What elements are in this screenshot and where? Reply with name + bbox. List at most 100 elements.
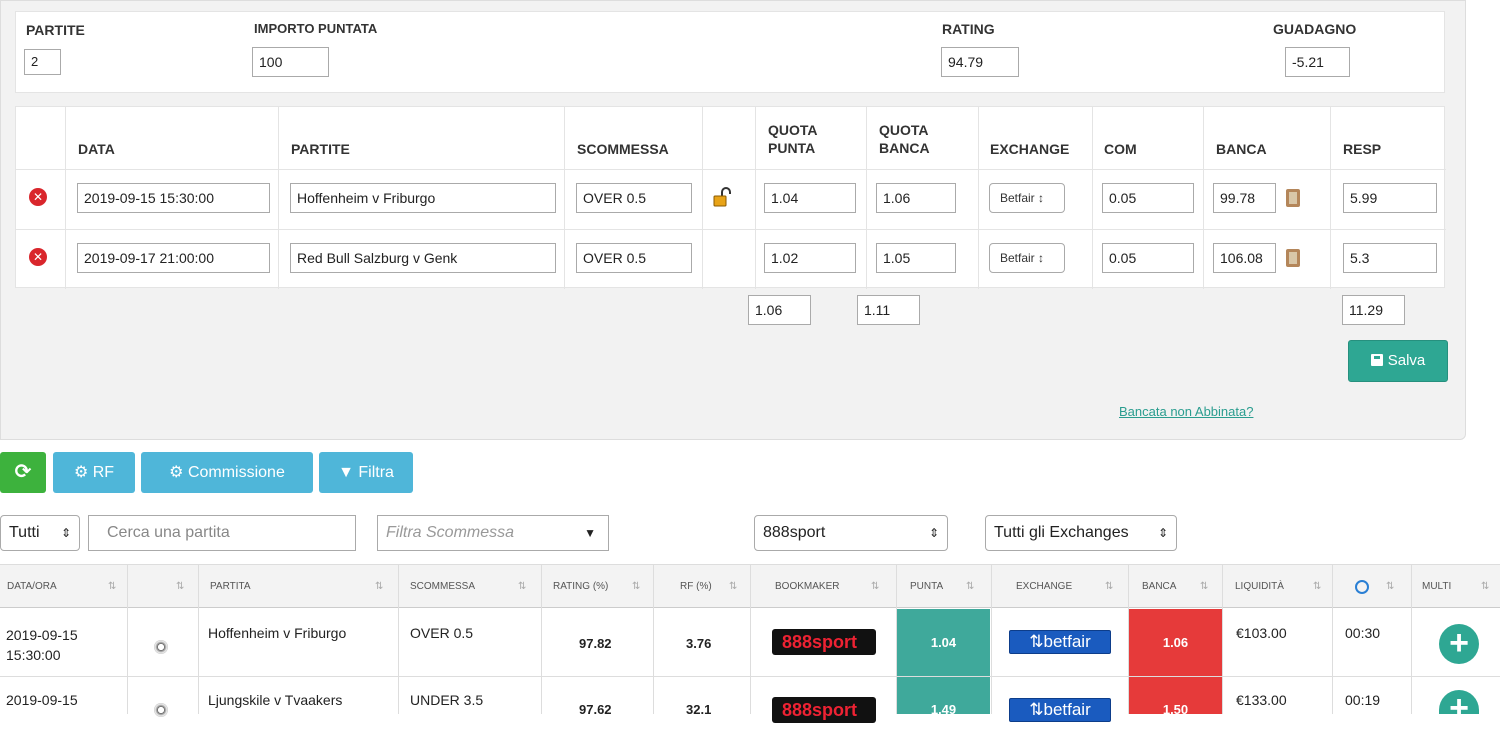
bookmaker-select[interactable]: 888sport ⇕ xyxy=(754,515,948,551)
col-bookmaker[interactable]: BOOKMAKER xyxy=(775,565,839,609)
exchanges-select[interactable]: Tutti gli Exchanges ⇕ xyxy=(985,515,1177,551)
sort-icon[interactable]: ⇅ xyxy=(108,565,116,609)
bookmaker-888sport-logo[interactable]: 888sport xyxy=(772,697,876,723)
exchange-betfair-logo[interactable]: ⇅betfair xyxy=(1009,630,1111,654)
table-row-scommessa: OVER 0.5 xyxy=(410,625,474,641)
row1-exchange-select[interactable]: Betfair ↕ xyxy=(989,183,1065,213)
table-row-partita[interactable]: Ljungskile v Tvaakers xyxy=(208,692,342,708)
filtra-scommessa-select[interactable]: Filtra Scommessa ▼ xyxy=(377,515,609,551)
col-com: COM xyxy=(1104,141,1137,157)
total-quota-punta[interactable]: 1.06 xyxy=(748,295,811,325)
gears-icon: ⚙ xyxy=(73,464,93,481)
col-rf[interactable]: RF (%) xyxy=(680,565,712,609)
row1-quota-punta-input[interactable]: 1.04 xyxy=(764,183,856,213)
row1-resp-input[interactable]: 5.99 xyxy=(1343,183,1437,213)
sort-icon[interactable]: ⇅ xyxy=(1105,565,1113,609)
partite-label: PARTITE xyxy=(26,22,85,38)
sort-icon[interactable]: ⇅ xyxy=(518,565,526,609)
unlock-icon[interactable] xyxy=(713,187,731,207)
sort-icon[interactable]: ⇅ xyxy=(1386,565,1394,609)
bancata-non-abbinata-link[interactable]: Bancata non Abbinata? xyxy=(1119,404,1253,419)
table-row-time: 00:19 xyxy=(1345,692,1381,708)
table-row-partita[interactable]: Hoffenheim v Friburgo xyxy=(208,625,346,641)
row1-scommessa-input[interactable]: OVER 0.5 xyxy=(576,183,692,213)
col-dataora[interactable]: DATA/ORA xyxy=(7,565,57,609)
clipboard-icon[interactable] xyxy=(1286,189,1300,207)
sort-icon[interactable]: ⇅ xyxy=(966,565,974,609)
row2-quota-banca-input[interactable]: 1.05 xyxy=(876,243,956,273)
total-quota-banca[interactable]: 1.11 xyxy=(857,295,920,325)
importo-input[interactable]: 100 xyxy=(252,47,329,77)
row2-com-input[interactable]: 0.05 xyxy=(1102,243,1194,273)
table-row-banca[interactable]: 1.50 xyxy=(1129,677,1222,717)
table-row-punta[interactable]: 1.04 xyxy=(897,609,990,676)
search-input[interactable]: Cerca una partita xyxy=(88,515,356,551)
table-row-punta[interactable]: 1.49 xyxy=(897,677,990,717)
table-row-rf: 32.1 xyxy=(686,702,712,717)
sort-icon[interactable]: ⇅ xyxy=(1313,565,1321,609)
row2-scommessa-input[interactable]: OVER 0.5 xyxy=(576,243,692,273)
col-scommessa: SCOMMESSA xyxy=(577,141,669,157)
tutti-select[interactable]: Tutti ⇕ xyxy=(0,515,80,551)
table-row-scommessa: UNDER 3.5 xyxy=(410,692,484,708)
row1-com-input[interactable]: 0.05 xyxy=(1102,183,1194,213)
refresh-icon: ⟳ xyxy=(14,461,32,483)
row2-banca-input[interactable]: 106.08 xyxy=(1213,243,1276,273)
col-punta[interactable]: PUNTA xyxy=(910,565,943,609)
guadagno-input[interactable]: -5.21 xyxy=(1285,47,1350,77)
col-exchange: EXCHANGE xyxy=(990,141,1070,157)
row2-exchange-select[interactable]: Betfair ↕ xyxy=(989,243,1065,273)
remove-row-icon[interactable]: ✕ xyxy=(29,188,47,206)
clock-icon[interactable] xyxy=(1355,580,1369,594)
commissione-button[interactable]: ⚙ Commissione xyxy=(141,452,313,493)
table-row-time: 00:30 xyxy=(1345,625,1381,641)
sort-icon[interactable]: ⇅ xyxy=(1200,565,1208,609)
row2-resp-input[interactable]: 5.3 xyxy=(1343,243,1437,273)
remove-row-icon[interactable]: ✕ xyxy=(29,248,47,266)
row1-data-input[interactable]: 2019-09-15 15:30:00 xyxy=(77,183,270,213)
row1-banca-input[interactable]: 99.78 xyxy=(1213,183,1276,213)
partite-input[interactable]: 2 xyxy=(24,49,61,75)
exchange-betfair-logo[interactable]: ⇅betfair xyxy=(1009,698,1111,722)
table-row-liquidita: €133.00 xyxy=(1236,692,1287,708)
sort-icon[interactable]: ⇅ xyxy=(176,565,184,609)
add-multi-icon[interactable]: + xyxy=(1439,690,1479,714)
sort-icon[interactable]: ⇅ xyxy=(1481,565,1489,609)
bet-calculator-panel: PARTITE 2 IMPORTO PUNTATA 100 RATING 94.… xyxy=(0,0,1466,440)
col-partita[interactable]: PARTITA xyxy=(210,565,251,609)
sort-icon[interactable]: ⇅ xyxy=(632,565,640,609)
refresh-button[interactable]: ⟳ xyxy=(0,452,46,493)
total-resp[interactable]: 11.29 xyxy=(1342,295,1405,325)
row2-partite-input[interactable]: Red Bull Salzburg v Genk xyxy=(290,243,556,273)
col-scommessa[interactable]: SCOMMESSA xyxy=(410,565,475,609)
col-liquidita[interactable]: LIQUIDITÀ xyxy=(1235,565,1284,609)
table-row-banca[interactable]: 1.06 xyxy=(1129,609,1222,676)
sort-icon[interactable]: ⇅ xyxy=(375,565,383,609)
col-exchange[interactable]: EXCHANGE xyxy=(1016,565,1072,609)
rf-button[interactable]: ⚙ RF xyxy=(53,452,135,493)
row2-quota-punta-input[interactable]: 1.02 xyxy=(764,243,856,273)
sort-icon[interactable]: ⇅ xyxy=(871,565,879,609)
table-row-date: 2019-09-15 15:30:00 xyxy=(6,627,78,663)
table-row-rf: 3.76 xyxy=(686,636,712,651)
col-data: DATA xyxy=(78,141,115,157)
filtra-button[interactable]: ▼ Filtra xyxy=(319,452,413,493)
row1-partite-input[interactable]: Hoffenheim v Friburgo xyxy=(290,183,556,213)
col-multi[interactable]: MULTI xyxy=(1422,565,1451,609)
row2-data-input[interactable]: 2019-09-17 21:00:00 xyxy=(77,243,270,273)
clipboard-icon[interactable] xyxy=(1286,249,1300,267)
col-rating[interactable]: RATING (%) xyxy=(553,565,608,609)
rating-input[interactable]: 94.79 xyxy=(941,47,1019,77)
col-resp: RESP xyxy=(1343,141,1382,157)
bookmaker-888sport-logo[interactable]: 888sport xyxy=(772,629,876,655)
row1-quota-banca-input[interactable]: 1.06 xyxy=(876,183,956,213)
table-row-date: 2019-09-15 xyxy=(6,692,78,708)
table-row-liquidita: €103.00 xyxy=(1236,625,1287,641)
sort-icon[interactable]: ⇅ xyxy=(729,565,737,609)
add-multi-icon[interactable]: + xyxy=(1439,624,1479,664)
col-quota-banca: QUOTA BANCA xyxy=(879,122,930,156)
save-button[interactable]: Salva xyxy=(1348,340,1448,382)
col-banca[interactable]: BANCA xyxy=(1142,565,1176,609)
filter-icon: ▼ xyxy=(338,464,359,481)
betfair-arrows-icon: ⇅ xyxy=(1029,632,1044,651)
